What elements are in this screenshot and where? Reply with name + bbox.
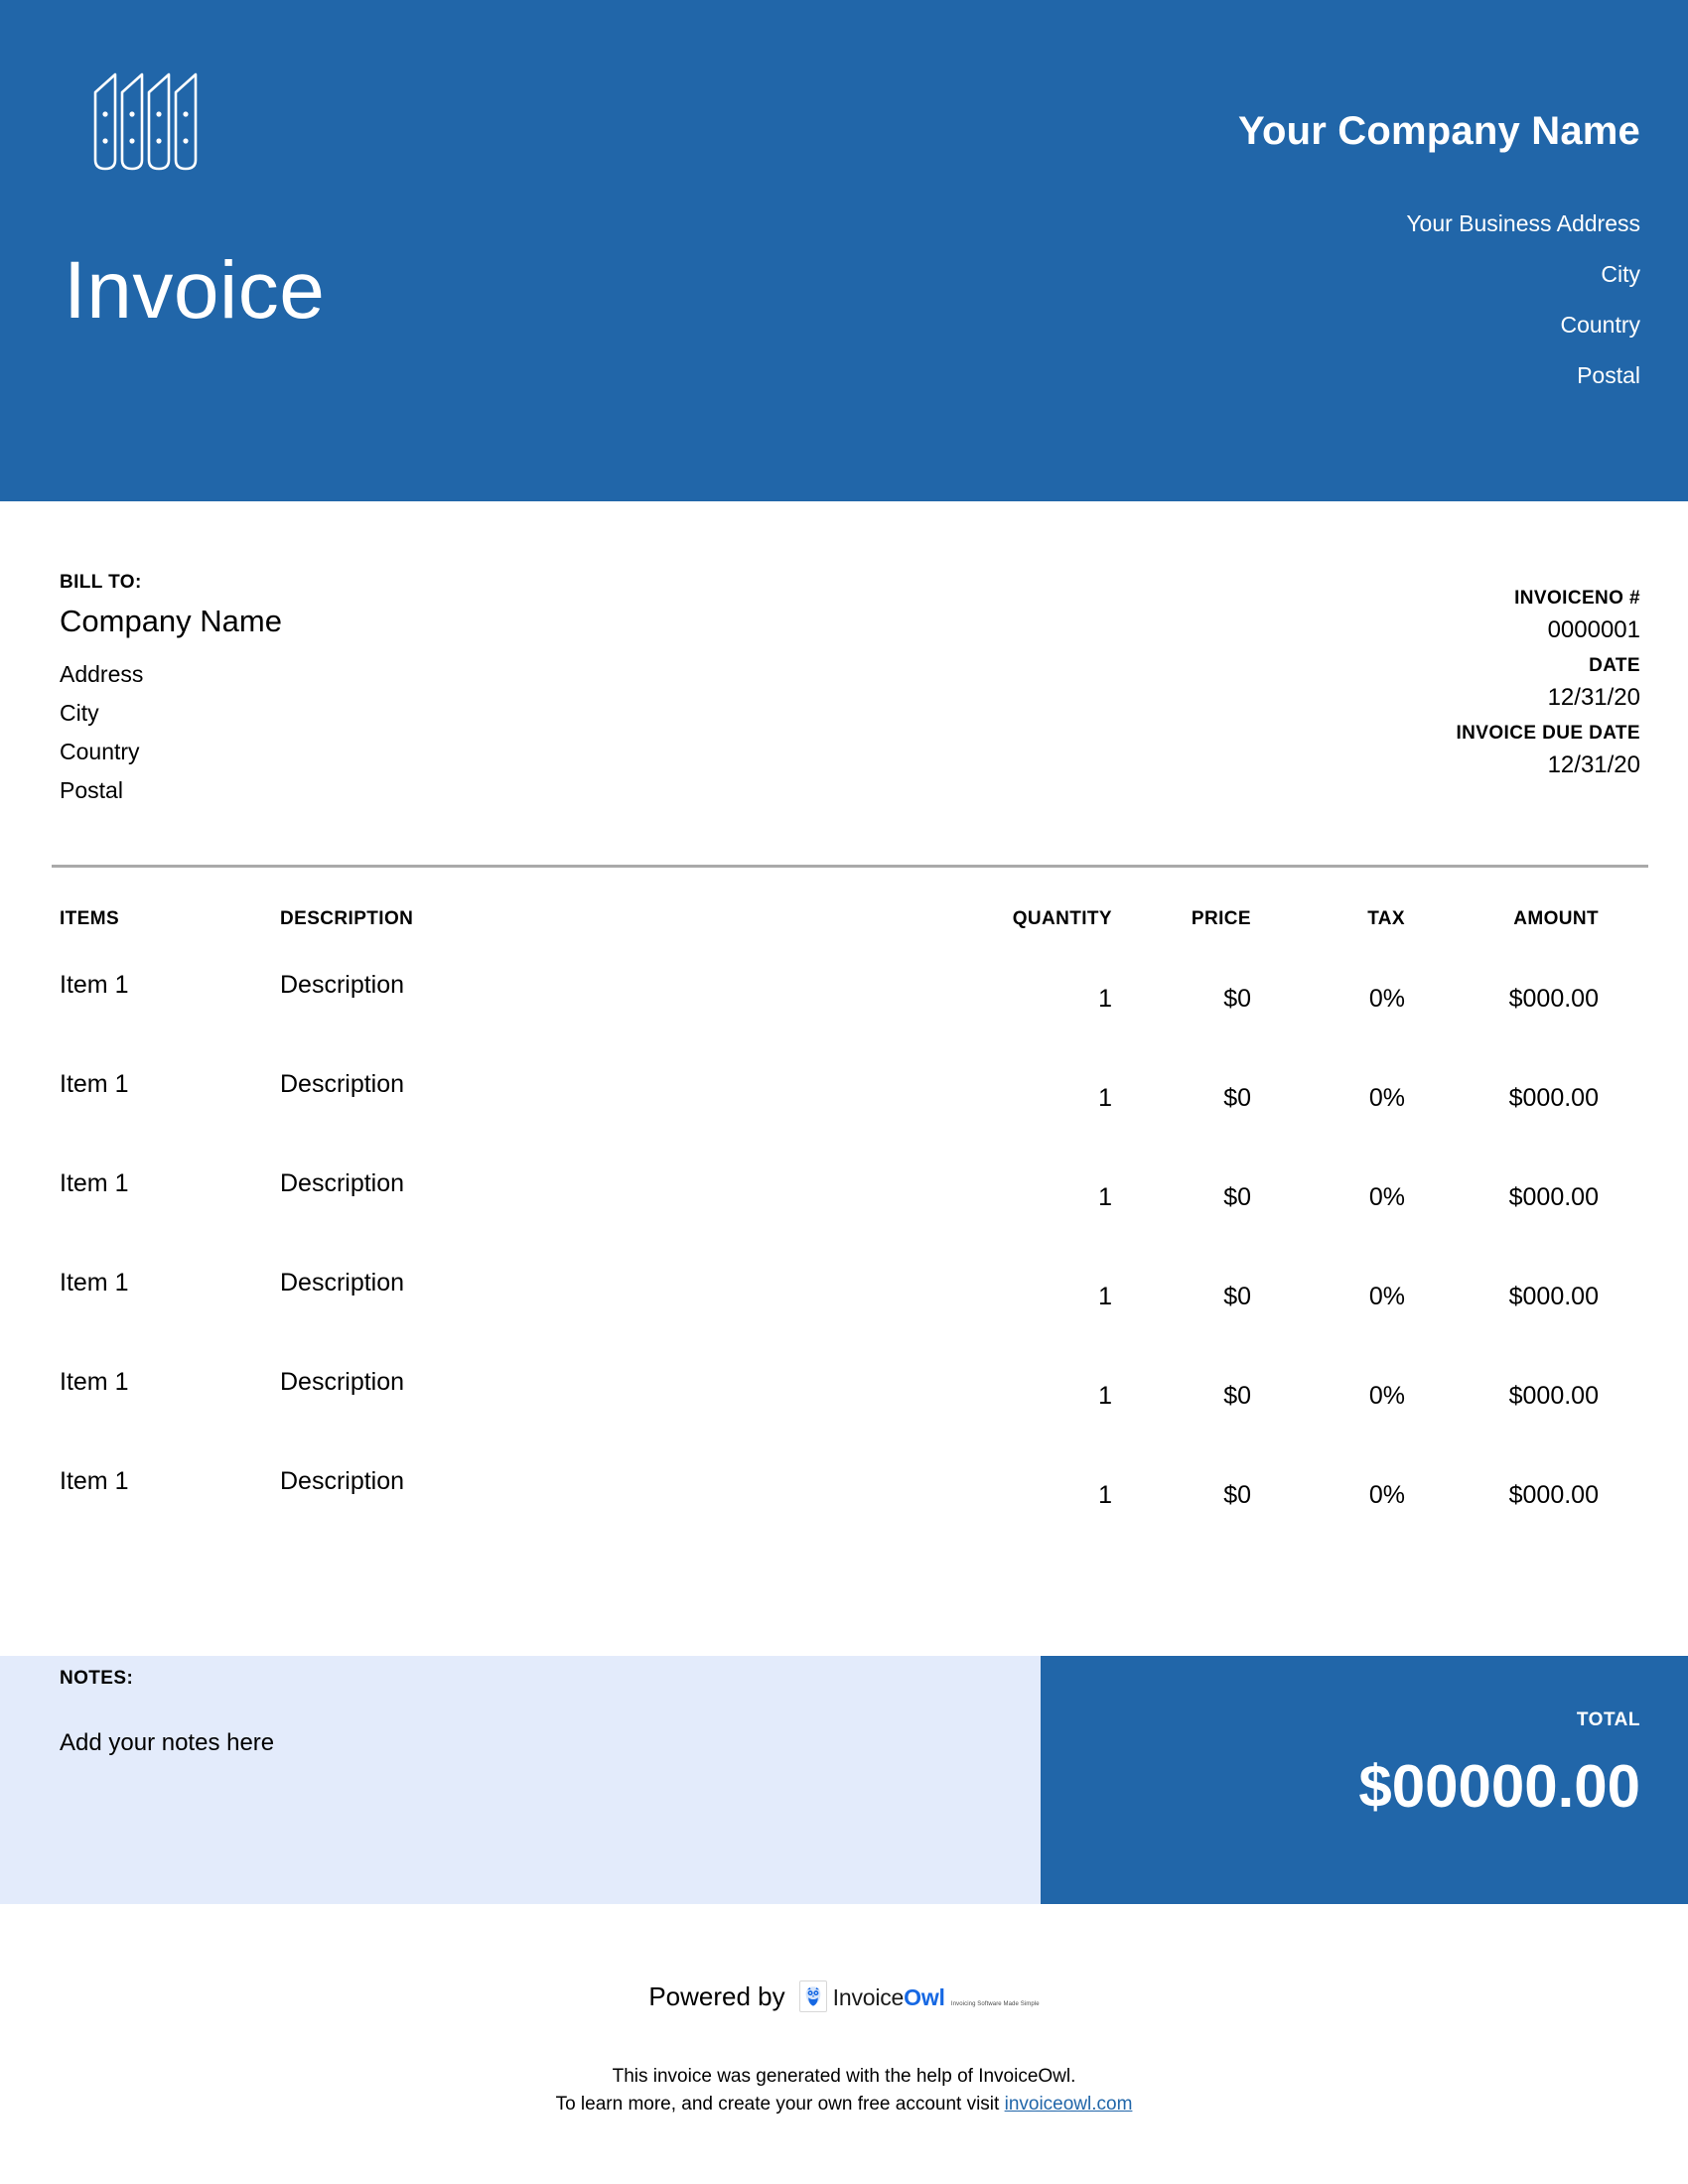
invoiceowl-logo[interactable]: InvoiceOwl Invoicing Software Made Simpl…	[798, 1980, 1040, 2012]
table-row: Item 1 Description 1 $0 0% $000.00	[0, 1269, 1688, 1368]
row-description: Description	[280, 971, 405, 999]
invoice-date-value: 12/31/20	[1547, 684, 1640, 711]
row-description: Description	[280, 1169, 405, 1197]
building-columns-icon	[87, 69, 207, 179]
row-quantity: 1	[1098, 1183, 1112, 1211]
row-item-name: Item 1	[60, 1467, 129, 1495]
row-amount: $000.00	[1508, 1183, 1599, 1211]
company-name: Your Company Name	[1238, 109, 1640, 153]
row-tax: 0%	[1368, 1382, 1405, 1410]
notes-band	[0, 1656, 1041, 1904]
bill-to-label: BILL TO:	[60, 572, 142, 593]
bill-to-city: City	[60, 700, 99, 726]
row-description: Description	[280, 1368, 405, 1396]
business-country-line: Country	[1560, 312, 1640, 338]
row-amount: $000.00	[1508, 1382, 1599, 1410]
table-row: Item 1 Description 1 $0 0% $000.00	[0, 1467, 1688, 1567]
powered-by-text: Powered by	[648, 1980, 785, 2011]
invoice-due-date-value: 12/31/20	[1547, 751, 1640, 778]
business-postal-line: Postal	[1577, 362, 1640, 388]
row-quantity: 1	[1098, 1283, 1112, 1310]
column-header-description: DESCRIPTION	[280, 908, 414, 929]
bill-to-postal: Postal	[60, 777, 123, 803]
row-price: $0	[1223, 1481, 1251, 1509]
footer-legal-line-2: To learn more, and create your own free …	[0, 2091, 1688, 2118]
column-header-quantity: QUANTITY	[1012, 908, 1112, 929]
row-quantity: 1	[1098, 1084, 1112, 1112]
brand-tagline: Invoicing Software Made Simple	[950, 2001, 1040, 2007]
row-description: Description	[280, 1269, 405, 1297]
row-price: $0	[1223, 985, 1251, 1013]
bill-to-company: Company Name	[60, 604, 282, 638]
bill-to-country: Country	[60, 739, 140, 764]
business-address-line: Your Business Address	[1406, 210, 1640, 236]
invoice-page: Your Company Name Your Business Address …	[0, 0, 1688, 2184]
line-items-table-header: ITEMS DESCRIPTION QUANTITY PRICE TAX AMO…	[0, 908, 1688, 938]
section-divider	[52, 865, 1648, 868]
table-row: Item 1 Description 1 $0 0% $000.00	[0, 1070, 1688, 1169]
row-amount: $000.00	[1508, 985, 1599, 1013]
owl-icon	[798, 1980, 827, 2012]
row-quantity: 1	[1098, 1481, 1112, 1509]
row-tax: 0%	[1368, 1084, 1405, 1112]
row-item-name: Item 1	[60, 1169, 129, 1197]
row-description: Description	[280, 1467, 405, 1495]
total-label: TOTAL	[1576, 1709, 1640, 1730]
invoice-number-label: INVOICENO #	[1514, 588, 1640, 609]
brand-word-main: Invoice	[832, 1984, 905, 2010]
invoice-date-label: DATE	[1589, 655, 1640, 676]
row-tax: 0%	[1368, 1183, 1405, 1211]
column-header-tax: TAX	[1367, 908, 1405, 929]
table-row: Item 1 Description 1 $0 0% $000.00	[0, 971, 1688, 1070]
column-header-amount: AMOUNT	[1513, 908, 1599, 929]
row-price: $0	[1223, 1183, 1251, 1211]
invoice-meta-block: INVOICENO # 0000001 DATE 12/31/20 INVOIC…	[1045, 586, 1640, 788]
invoice-number-value: 0000001	[1547, 616, 1640, 643]
footer-legal: This invoice was generated with the help…	[0, 2063, 1688, 2118]
row-tax: 0%	[1368, 1283, 1405, 1310]
table-row: Item 1 Description 1 $0 0% $000.00	[0, 1169, 1688, 1269]
powered-by-row: Powered by InvoiceOwl Invoicing Software…	[0, 1980, 1688, 2012]
row-amount: $000.00	[1508, 1084, 1599, 1112]
brand-word-accent: Owl	[904, 1984, 945, 2010]
row-item-name: Item 1	[60, 1269, 129, 1297]
row-item-name: Item 1	[60, 1368, 129, 1396]
total-value: $00000.00	[1358, 1753, 1640, 1820]
table-row: Item 1 Description 1 $0 0% $000.00	[0, 1368, 1688, 1467]
row-item-name: Item 1	[60, 971, 129, 999]
row-amount: $000.00	[1508, 1481, 1599, 1509]
invoice-due-date-label: INVOICE DUE DATE	[1456, 723, 1640, 744]
page-title: Invoice	[64, 245, 326, 336]
row-price: $0	[1223, 1382, 1251, 1410]
row-quantity: 1	[1098, 985, 1112, 1013]
header-band: Your Company Name Your Business Address …	[0, 0, 1688, 501]
invoiceowl-wordmark: InvoiceOwl Invoicing Software Made Simpl…	[833, 1983, 1040, 2009]
column-header-items: ITEMS	[60, 908, 120, 929]
footer-legal-prefix: To learn more, and create your own free …	[555, 2094, 1005, 2115]
row-quantity: 1	[1098, 1382, 1112, 1410]
row-item-name: Item 1	[60, 1070, 129, 1098]
row-amount: $000.00	[1508, 1283, 1599, 1310]
business-address-block: Your Business Address City Country Posta…	[1406, 199, 1640, 401]
row-price: $0	[1223, 1283, 1251, 1310]
row-tax: 0%	[1368, 1481, 1405, 1509]
business-city-line: City	[1601, 261, 1640, 287]
row-description: Description	[280, 1070, 405, 1098]
notes-text[interactable]: Add your notes here	[60, 1729, 274, 1757]
notes-label: NOTES:	[60, 1668, 134, 1689]
bill-to-address: Address	[60, 661, 144, 687]
footer-legal-line-1: This invoice was generated with the help…	[612, 2066, 1076, 2087]
row-tax: 0%	[1368, 985, 1405, 1013]
bill-to-address-block: Address City Country Postal	[60, 655, 143, 810]
invoiceowl-link[interactable]: invoiceowl.com	[1005, 2094, 1133, 2115]
line-items-table-body: Item 1 Description 1 $0 0% $000.00 Item 1 Descr…	[0, 971, 1688, 1567]
row-price: $0	[1223, 1084, 1251, 1112]
column-header-price: PRICE	[1191, 908, 1251, 929]
